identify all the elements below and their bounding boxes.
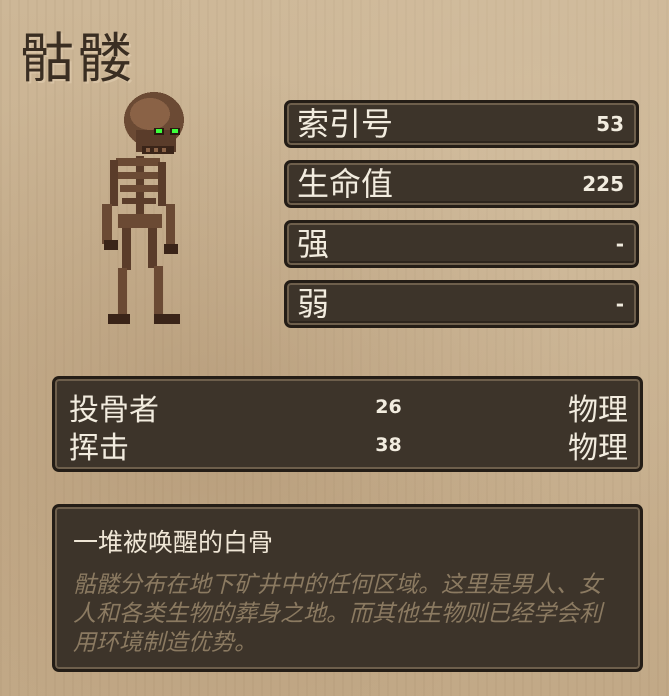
stat-index: 索引号 53 (284, 100, 639, 148)
stat-label: 弱 (297, 285, 330, 323)
stat-value: - (615, 232, 624, 256)
creature-title: 骷髅 (20, 27, 136, 90)
stat-strong: 强 - (284, 220, 639, 268)
attack-row: 投骨者 26 物理 (69, 385, 628, 428)
attacks-panel: 投骨者 26 物理 挥击 38 物理 (52, 376, 643, 472)
stat-value: - (615, 292, 624, 316)
stat-label: 索引号 (297, 105, 394, 143)
attack-row: 挥击 38 物理 (69, 423, 628, 466)
description-heading: 一堆被唤醒的白骨 (73, 528, 274, 557)
stat-label: 生命值 (297, 165, 394, 203)
attack-name: 挥击 (69, 431, 129, 466)
skeleton-sprite-icon (102, 92, 184, 324)
stat-weak: 弱 - (284, 280, 639, 328)
stat-label: 强 (297, 225, 330, 263)
attack-type: 物理 (568, 431, 628, 466)
description-body: 骷髅分布在地下矿井中的任何区域。这里是男人、女人和各类生物的葬身之地。而其他生物… (73, 572, 602, 656)
stat-value: 225 (582, 172, 624, 196)
description-panel: 一堆被唤醒的白骨 骷髅分布在地下矿井中的任何区域。这里是男人、女人和各类生物的葬… (52, 504, 643, 672)
attack-damage: 38 (375, 434, 402, 456)
stat-health: 生命值 225 (284, 160, 639, 208)
stat-value: 53 (596, 112, 624, 136)
attack-damage: 26 (375, 396, 402, 418)
